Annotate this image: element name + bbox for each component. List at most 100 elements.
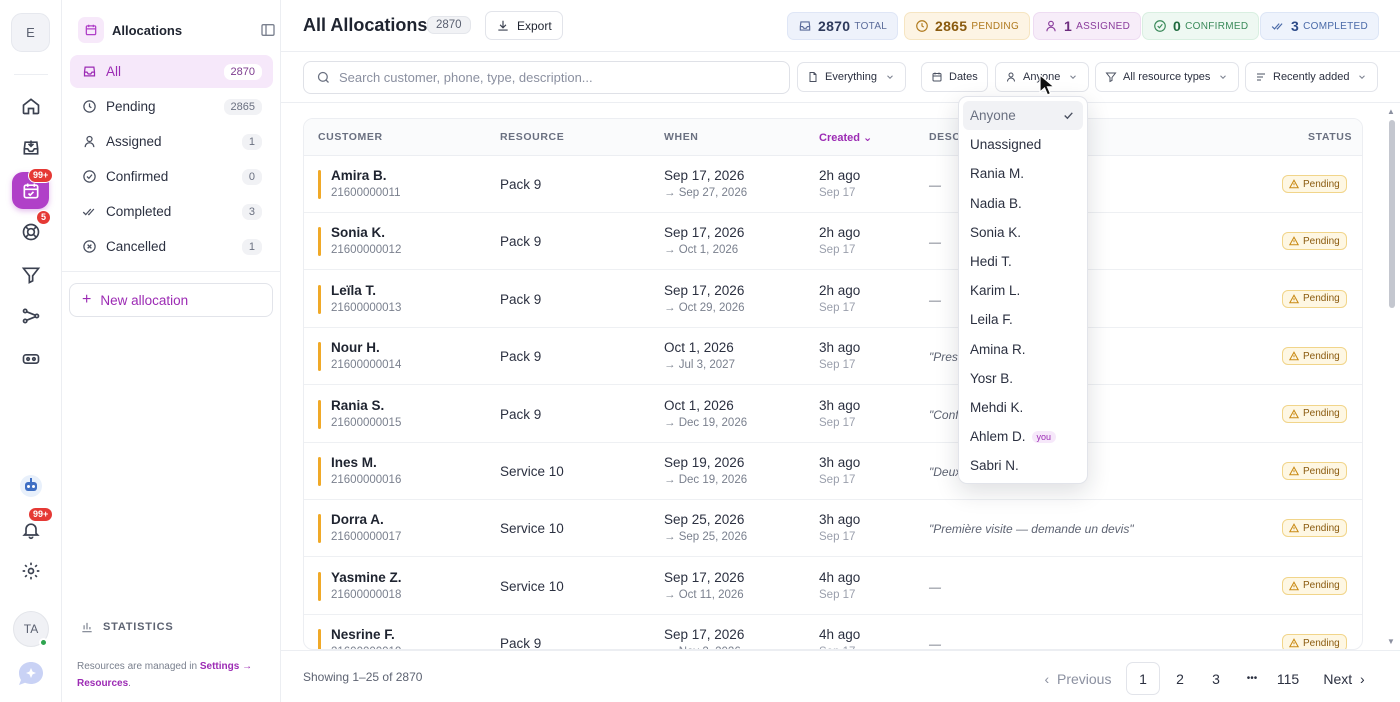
- sort-dropdown[interactable]: Recently added: [1245, 62, 1378, 92]
- gear-icon[interactable]: [19, 559, 43, 583]
- x-circle-icon: [81, 239, 97, 255]
- pending-indicator-bar: [318, 342, 321, 372]
- column-when[interactable]: WHEN: [664, 131, 698, 143]
- customer-phone: 21600000012: [331, 244, 402, 257]
- workflow-nodes-icon[interactable]: [19, 304, 43, 328]
- sidebar-item-assigned[interactable]: Assigned 1: [70, 125, 273, 158]
- sidebar-item-pending[interactable]: Pending 2865: [70, 90, 273, 123]
- assignee-option[interactable]: Leila F.: [963, 305, 1083, 334]
- assignee-option[interactable]: Yosr B.: [963, 364, 1083, 393]
- inbox-icon[interactable]: [19, 136, 43, 160]
- download-icon: [496, 19, 510, 33]
- support-notification-badge: 5: [36, 210, 52, 225]
- table-row[interactable]: Leïla T. 21600000013 Pack 9 Sep 17, 2026 → O…: [304, 271, 1362, 328]
- dates-filter-label: Dates: [949, 71, 978, 83]
- column-description[interactable]: DESC: [929, 131, 961, 143]
- robot-assistant-icon[interactable]: [18, 473, 44, 499]
- sidebar-title: Allocations: [112, 22, 183, 38]
- search-input[interactable]: [339, 70, 769, 85]
- assignee-option[interactable]: Nadia B.: [963, 189, 1083, 218]
- assignee-dropdown-menu: Anyone Unassigned Rania M. Nadia B. Sonia K.…: [958, 96, 1088, 484]
- status-label: Pending: [1303, 465, 1340, 477]
- warning-triangle-icon: [1289, 580, 1299, 591]
- resource-name: Pack 9: [500, 177, 542, 192]
- warning-triangle-icon: [1289, 293, 1299, 304]
- page-1-button[interactable]: 1: [1126, 662, 1160, 695]
- pending-stat-chip[interactable]: 2865 PENDING: [904, 12, 1031, 40]
- bell-notification-badge: 99+: [28, 507, 54, 522]
- customer-name: Leïla T.: [331, 282, 377, 298]
- column-resource[interactable]: RESOURCE: [500, 131, 564, 143]
- table-row[interactable]: Rania S. 21600000015 Pack 9 Oct 1, 2026 → De…: [304, 386, 1362, 443]
- resource-name: Pack 9: [500, 349, 542, 365]
- table-row[interactable]: Yasmine Z. 21600000018 Service 10 Sep 17, 2…: [304, 558, 1362, 615]
- scroll-down-arrow[interactable]: ▼: [1387, 637, 1395, 646]
- page-3-button[interactable]: 3: [1199, 662, 1233, 695]
- start-date: Sep 17, 2026: [664, 282, 745, 298]
- next-label: Next: [1323, 670, 1353, 687]
- export-button[interactable]: Export: [485, 11, 563, 40]
- column-status[interactable]: STATUS: [1308, 131, 1352, 143]
- created-ago: 3h ago: [819, 455, 861, 470]
- scroll-up-arrow[interactable]: ▲: [1387, 107, 1395, 116]
- assignee-option-label: Nadia B.: [970, 195, 1022, 211]
- status-badge: Pending: [1282, 175, 1347, 193]
- assignee-option[interactable]: Sabri N.: [963, 451, 1083, 480]
- chat-assistant-icon[interactable]: [16, 660, 46, 688]
- resource-type-filter-dropdown[interactable]: All resource types: [1095, 62, 1239, 92]
- sidebar-item-completed[interactable]: Completed 3: [70, 195, 273, 228]
- sidebar-item-confirmed[interactable]: Confirmed 0: [70, 160, 273, 193]
- total-label: TOTAL: [854, 20, 888, 32]
- scrollbar-thumb[interactable]: [1389, 120, 1395, 308]
- assignee-option[interactable]: Sonia K.: [963, 218, 1083, 247]
- table-row[interactable]: Sonia K. 21600000012 Pack 9 Sep 17, 2026 → O…: [304, 213, 1362, 271]
- assignee-option[interactable]: Karim L.: [963, 276, 1083, 305]
- table-row[interactable]: Ines M. 21600000016 Service 10 Sep 19, 2026…: [304, 443, 1362, 500]
- assignee-option[interactable]: Unassigned: [963, 130, 1083, 159]
- table-row[interactable]: Nesrine F.21600000019Pack 9Sep 17, 2026→…: [304, 615, 1362, 649]
- assigned-stat-chip[interactable]: 1 ASSIGNED: [1033, 12, 1142, 40]
- sort-lines-icon: [1255, 71, 1267, 83]
- total-stat-chip[interactable]: 2870 TOTAL: [787, 12, 899, 40]
- table-row[interactable]: Nour H. 21600000014 Pack 9 Oct 1, 2026 → Jul…: [304, 328, 1362, 386]
- vr-headset-icon[interactable]: [19, 347, 43, 371]
- dates-filter-button[interactable]: Dates: [921, 62, 988, 92]
- workspace-switcher[interactable]: E: [11, 13, 50, 52]
- created-date: Sep 17: [819, 416, 856, 429]
- sidebar-item-cancelled[interactable]: Cancelled 1: [70, 230, 273, 263]
- page-2-button[interactable]: 2: [1163, 662, 1197, 695]
- collapse-sidebar-icon[interactable]: [260, 22, 276, 38]
- filter-funnel-icon[interactable]: [19, 263, 43, 287]
- assignee-option[interactable]: Amina R.: [963, 335, 1083, 364]
- assignee-option-label: Yosr B.: [970, 370, 1014, 386]
- pending-value: 2865: [935, 18, 968, 34]
- created-ago: 2h ago: [819, 168, 861, 183]
- clock-icon: [915, 19, 929, 33]
- statistics-link[interactable]: STATISTICS: [80, 620, 174, 634]
- assignee-option-label: Leila F.: [970, 312, 1013, 328]
- status-label: Pending: [1303, 522, 1340, 534]
- status-badge: Pending: [1282, 576, 1347, 595]
- next-page-button[interactable]: Next ›: [1317, 662, 1371, 695]
- home-icon[interactable]: [19, 94, 43, 118]
- sidebar-item-label: Assigned: [106, 134, 162, 149]
- table-row[interactable]: Amira B. 21600000011 Pack 9 Sep 17, 2026 → S…: [304, 156, 1362, 213]
- status-badge: Pending: [1282, 232, 1347, 251]
- assignee-option[interactable]: Hedi T.: [963, 247, 1083, 276]
- assignee-option[interactable]: Anyone: [963, 101, 1083, 131]
- completed-stat-chip[interactable]: 3 COMPLETED: [1260, 12, 1380, 40]
- sidebar-item-all[interactable]: All 2870: [70, 55, 273, 88]
- column-created-sorted[interactable]: Created ⌄: [819, 131, 872, 144]
- previous-page-button[interactable]: ‹ Previous: [1041, 662, 1115, 695]
- new-allocation-button[interactable]: + New allocation: [69, 283, 273, 317]
- assignee-option[interactable]: Mehdi K.: [963, 393, 1083, 422]
- table-row[interactable]: Dorra A. 21600000017 Service 10 Sep 25, 202…: [304, 500, 1362, 558]
- column-customer[interactable]: CUSTOMER: [318, 131, 383, 143]
- pending-indicator-bar: [318, 629, 321, 649]
- assignee-option[interactable]: Ahlem D. you: [963, 422, 1083, 451]
- assignee-option[interactable]: Rania M.: [963, 159, 1083, 188]
- scope-filter-dropdown[interactable]: Everything: [797, 62, 906, 92]
- page-115-button[interactable]: 115: [1270, 662, 1306, 695]
- confirmed-stat-chip[interactable]: 0 CONFIRMED: [1142, 12, 1260, 40]
- created-label: Created: [819, 132, 860, 144]
